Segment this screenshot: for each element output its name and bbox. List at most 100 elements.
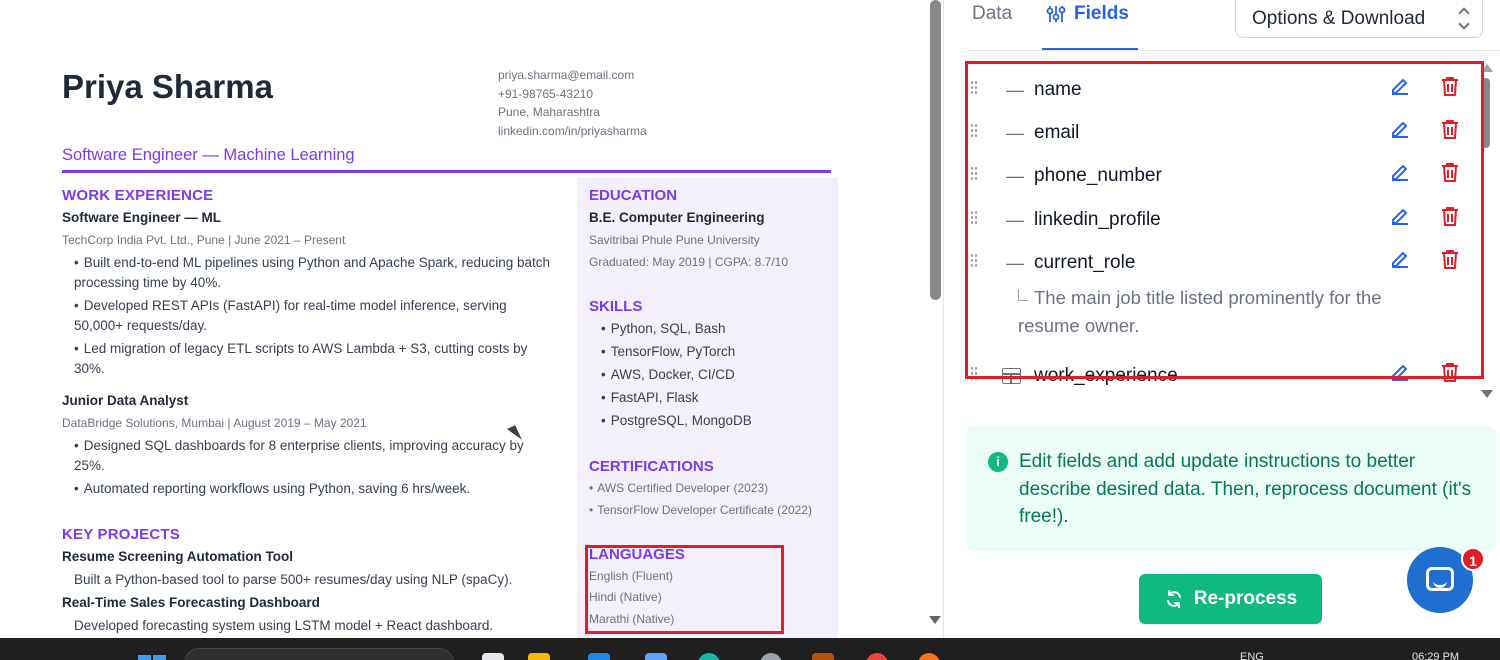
language-indicator[interactable]: ENG xyxy=(1240,651,1264,660)
job-bullet: Led migration of legacy ETL scripts to A… xyxy=(74,339,554,379)
field-name: name xyxy=(1034,79,1082,100)
collapse-icon: — xyxy=(1006,80,1024,100)
trash-icon[interactable] xyxy=(1438,360,1462,384)
job-meta: DataBridge Solutions, Mumbai | August 20… xyxy=(62,416,367,430)
tabs-baseline xyxy=(966,50,1500,51)
scroll-down-arrow-icon[interactable] xyxy=(1481,390,1493,398)
field-name: current_role xyxy=(1034,252,1136,273)
field-row-current-role[interactable]: — current_role xyxy=(966,247,1466,277)
tab-fields[interactable]: Fields xyxy=(1046,3,1129,25)
certifications-title: CERTIFICATIONS xyxy=(589,458,714,475)
trash-icon[interactable] xyxy=(1438,160,1462,184)
job-bullet: Automated reporting workflows using Pyth… xyxy=(74,479,554,499)
degree: B.E. Computer Engineering xyxy=(589,210,765,225)
skill-item: TensorFlow, PyTorch xyxy=(601,344,736,359)
document-scrollbar-thumb[interactable] xyxy=(930,0,941,300)
contact-email: priya.sharma@email.com xyxy=(498,68,635,82)
languages-title: LANGUAGES xyxy=(589,546,685,563)
reprocess-label: Re-process xyxy=(1193,588,1298,609)
trash-icon[interactable] xyxy=(1438,204,1462,228)
field-row-email[interactable]: — email xyxy=(966,117,1466,147)
job-title: Junior Data Analyst xyxy=(62,393,189,408)
drag-handle-icon[interactable] xyxy=(970,123,978,139)
chrome-icon[interactable] xyxy=(760,653,782,660)
edit-icon[interactable] xyxy=(1388,160,1412,184)
edit-icon[interactable] xyxy=(1388,247,1412,271)
language-item: English (Fluent) xyxy=(589,569,674,583)
tab-data[interactable]: Data xyxy=(972,3,1012,25)
windows-start-icon[interactable] xyxy=(138,655,166,660)
info-callout: i Edit fields and add update instruction… xyxy=(966,426,1496,551)
drag-handle-icon[interactable] xyxy=(970,366,978,382)
skills-title: SKILLS xyxy=(589,298,643,315)
trash-icon[interactable] xyxy=(1438,74,1462,98)
app-icon[interactable] xyxy=(812,653,834,660)
collapse-icon: — xyxy=(1006,123,1024,143)
resume-name: Priya Sharma xyxy=(62,68,273,105)
app-icon[interactable] xyxy=(866,653,888,660)
skill-item: Python, SQL, Bash xyxy=(601,321,726,336)
field-row-name[interactable]: — name xyxy=(966,74,1466,104)
contact-location: Pune, Maharashtra xyxy=(498,105,601,119)
language-item: Marathi (Native) xyxy=(589,612,675,626)
language-item: Hindi (Native) xyxy=(589,590,662,604)
refresh-icon xyxy=(1166,590,1181,608)
app-icon[interactable] xyxy=(588,653,610,660)
scroll-down-arrow-icon[interactable] xyxy=(929,616,941,624)
info-icon: i xyxy=(988,452,1008,472)
cert-item: TensorFlow Developer Certificate (2022) xyxy=(589,503,812,517)
edit-icon[interactable] xyxy=(1388,117,1412,141)
drag-handle-icon[interactable] xyxy=(970,210,978,226)
drag-handle-icon[interactable] xyxy=(970,253,978,269)
field-name: work_experience xyxy=(1034,365,1178,386)
contact-phone: +91-98765-43210 xyxy=(498,86,594,101)
document-scrollbar[interactable] xyxy=(905,0,945,638)
fields-scrollbar[interactable] xyxy=(1480,60,1494,400)
edit-icon[interactable] xyxy=(1388,204,1412,228)
job-title: Software Engineer — ML xyxy=(62,210,222,225)
file-icon[interactable] xyxy=(482,653,504,660)
key-projects-title: KEY PROJECTS xyxy=(62,526,180,543)
field-row-work-experience[interactable]: work_experience xyxy=(966,360,1466,390)
edit-icon[interactable] xyxy=(1388,360,1412,384)
trash-icon[interactable] xyxy=(1438,247,1462,271)
taskbar: ENG 06:29 PM xyxy=(0,638,1500,660)
app-root: Priya Sharma priya.sharma@email.com +91-… xyxy=(0,0,1500,660)
skill-item: FastAPI, Flask xyxy=(601,390,699,405)
project-title: Resume Screening Automation Tool xyxy=(62,549,294,564)
project-title: Real-Time Sales Forecasting Dashboard xyxy=(62,595,320,610)
clock[interactable]: 06:29 PM xyxy=(1412,651,1459,660)
contact-linkedin: linkedin.com/in/priyasharma xyxy=(498,123,647,138)
edit-icon[interactable] xyxy=(1388,74,1412,98)
drag-handle-icon[interactable] xyxy=(970,80,978,96)
job-meta: TechCorp India Pvt. Ltd., Pune | June 20… xyxy=(62,233,346,247)
tree-elbow-icon xyxy=(1018,289,1028,301)
skill-item: AWS, Docker, CI/CD xyxy=(601,367,735,382)
browser-icon[interactable] xyxy=(698,653,720,660)
field-row-phone-number[interactable]: — phone_number xyxy=(966,160,1466,190)
reprocess-button[interactable]: Re-process xyxy=(1139,574,1322,624)
project-desc: Developed forecasting system using LSTM … xyxy=(74,618,494,633)
job-bullet: Developed REST APIs (FastAPI) for real-t… xyxy=(74,296,544,336)
cert-item: AWS Certified Developer (2023) xyxy=(589,481,768,495)
table-icon xyxy=(1002,368,1021,384)
scroll-up-arrow-icon[interactable] xyxy=(1481,64,1493,72)
fields-list: — name — email — phone_number — linkedin… xyxy=(966,60,1500,400)
drag-handle-icon[interactable] xyxy=(970,166,978,182)
collapse-icon: — xyxy=(1006,210,1024,230)
app-icon[interactable] xyxy=(645,653,667,660)
taskbar-search[interactable] xyxy=(184,648,454,660)
education-title: EDUCATION xyxy=(589,187,678,204)
job-bullet: Built end-to-end ML pipelines using Pyth… xyxy=(74,253,569,293)
app-icon[interactable] xyxy=(918,653,940,660)
options-download-select[interactable]: Options & Download xyxy=(1235,0,1483,38)
field-description: The main job title listed prominently fo… xyxy=(1018,284,1418,340)
field-row-linkedin-profile[interactable]: — linkedin_profile xyxy=(966,204,1466,234)
fields-scrollbar-thumb[interactable] xyxy=(1482,78,1490,148)
resume-document: Priya Sharma priya.sharma@email.com +91-… xyxy=(0,0,905,638)
project-desc: Built a Python-based tool to parse 500+ … xyxy=(74,572,513,587)
collapse-icon: — xyxy=(1006,166,1024,186)
skill-item: PostgreSQL, MongoDB xyxy=(601,413,752,428)
trash-icon[interactable] xyxy=(1438,117,1462,141)
folder-icon[interactable] xyxy=(528,653,550,660)
